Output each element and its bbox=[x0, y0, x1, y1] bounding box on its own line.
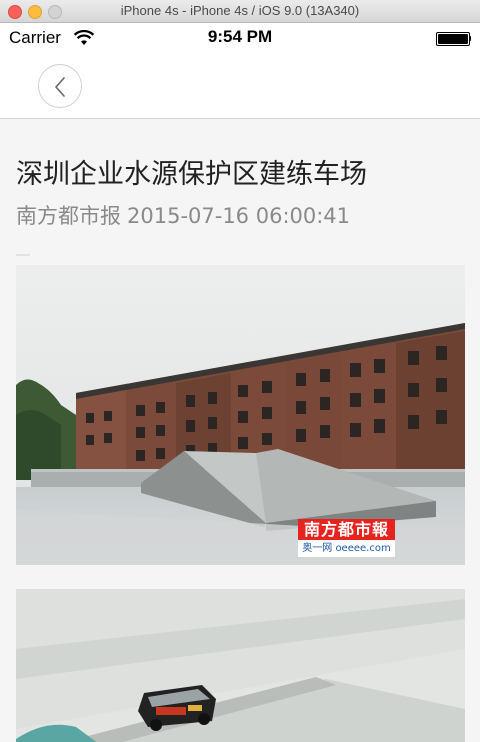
article-title: 深圳企业水源保护区建练车场 bbox=[16, 159, 367, 190]
article-meta: 南方都市报 2015-07-16 06:00:41 bbox=[16, 200, 350, 230]
chevron-left-icon bbox=[55, 77, 65, 97]
divider bbox=[16, 254, 30, 256]
back-button[interactable] bbox=[38, 64, 82, 108]
article-image[interactable] bbox=[16, 589, 465, 742]
status-time: 9:54 PM bbox=[207, 27, 273, 46]
battery-icon bbox=[436, 32, 471, 46]
car-photo bbox=[16, 589, 465, 742]
watermark-logo: 南方都市報 bbox=[298, 519, 395, 540]
navigation-bar bbox=[0, 53, 480, 119]
article-content[interactable]: 深圳企业水源保护区建练车场 南方都市报2015-07-16 06:00:41 bbox=[0, 119, 480, 742]
article-source: 南方都市报 bbox=[16, 204, 121, 228]
window-title: iPhone 4s - iPhone 4s / iOS 9.0 (13A340) bbox=[120, 3, 360, 18]
building-photo bbox=[16, 265, 465, 565]
article-datetime: 2015-07-16 06:00:41 bbox=[127, 204, 351, 228]
simulator-titlebar: iPhone 4s - iPhone 4s / iOS 9.0 (13A340) bbox=[0, 0, 480, 23]
article-image[interactable]: 南方都市報 奥一网 oeeee.com bbox=[16, 265, 465, 565]
newspaper-watermark: 南方都市報 奥一网 oeeee.com bbox=[298, 519, 395, 557]
watermark-site: 奥一网 oeeee.com bbox=[298, 540, 395, 557]
status-bar: Carrier 9:54 PM bbox=[0, 23, 480, 53]
